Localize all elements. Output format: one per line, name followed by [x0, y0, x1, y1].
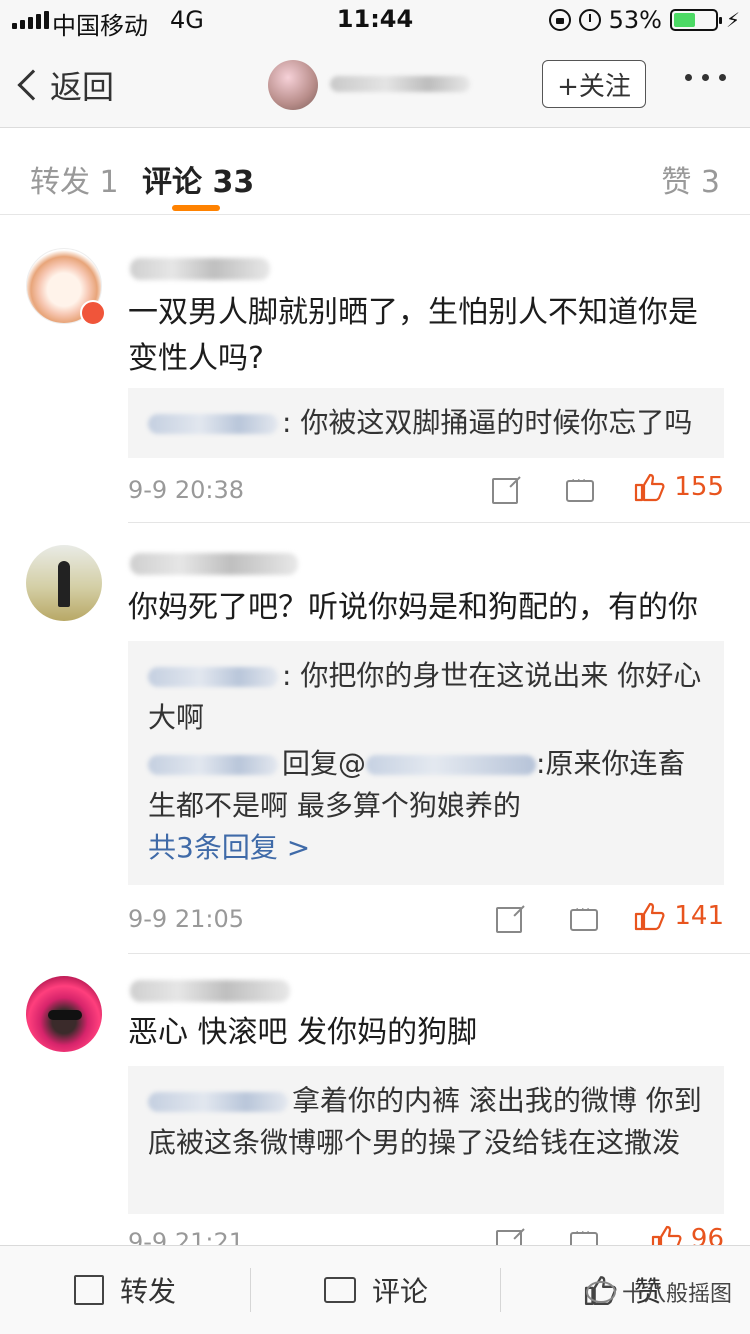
- battery-percent: 53%: [608, 6, 662, 34]
- reply-icon[interactable]: [566, 473, 594, 502]
- reply-item: : 你把你的身世在这说出来 你好心大啊: [148, 655, 704, 739]
- reply-author-blurred[interactable]: [148, 1092, 288, 1112]
- thumbs-up-icon: [635, 902, 665, 931]
- reply-author-blurred[interactable]: [148, 667, 278, 687]
- author-avatar[interactable]: [268, 60, 318, 110]
- verified-badge-icon: [80, 300, 106, 326]
- reply-prefix: 回复@: [282, 747, 367, 780]
- watermark: 十八般摇图: [585, 1276, 732, 1308]
- comment-icon: [324, 1277, 356, 1303]
- charging-icon: ⚡: [725, 8, 740, 32]
- thumbs-up-icon: [635, 473, 665, 502]
- more-dots-icon: [685, 74, 692, 81]
- tab-repost[interactable]: 转发 1: [30, 157, 119, 201]
- comment-label: 评论: [372, 1275, 429, 1308]
- comment-text: 你妈死了吧？听说你妈是和狗配的，有的你: [128, 590, 698, 625]
- commenter-name-blurred[interactable]: [130, 980, 290, 1002]
- reply-icon[interactable]: [570, 902, 598, 931]
- like-count: 141: [674, 901, 724, 931]
- rotation-lock-icon: [548, 9, 571, 31]
- back-label: 返回: [50, 68, 115, 106]
- nav-bar: 返回 +关注: [0, 40, 750, 128]
- reply-text: : 你被这双脚捅逼的时候你忘了吗: [282, 406, 693, 439]
- back-button[interactable]: 返回: [17, 62, 115, 108]
- author-name-blurred[interactable]: [330, 76, 470, 92]
- reply-item: 拿着你的内裤 滚出我的微博 你到底被这条微博哪个男的操了没给钱在这撒泼: [148, 1080, 704, 1164]
- reply-box[interactable]: : 你被这双脚捅逼的时候你忘了吗: [128, 388, 724, 458]
- reply-box[interactable]: 拿着你的内裤 滚出我的微博 你到底被这条微博哪个男的操了没给钱在这撒泼: [128, 1066, 724, 1214]
- like-button[interactable]: 155: [634, 472, 724, 502]
- like-count: 155: [674, 472, 724, 502]
- bottom-action-bar: 转发 评论 赞 十八般摇图: [0, 1245, 750, 1334]
- comment-button[interactable]: 评论: [324, 1270, 428, 1310]
- wechat-logo-icon: [585, 1281, 616, 1303]
- repost-label: 转发: [120, 1275, 177, 1308]
- commenter-name-blurred[interactable]: [130, 258, 270, 280]
- chevron-left-icon: [17, 69, 49, 101]
- watermark-text: 十八般摇图: [621, 1282, 732, 1307]
- repost-icon[interactable]: [492, 478, 518, 504]
- repost-button[interactable]: 转发: [74, 1270, 176, 1310]
- active-tab-indicator: [172, 205, 220, 211]
- tab-likes[interactable]: 赞 3: [661, 157, 720, 201]
- avatar[interactable]: [26, 976, 102, 1052]
- follow-button[interactable]: +关注: [542, 60, 646, 108]
- tab-bar: 转发 1 评论 33 赞 3: [0, 129, 750, 215]
- tab-comments[interactable]: 评论 33: [142, 157, 254, 201]
- battery-icon: [669, 9, 722, 31]
- comment-text: 恶心 快滚吧 发你妈的狗脚: [128, 1015, 478, 1050]
- divider: [128, 953, 750, 954]
- comment-text: 一双男人脚就别晒了，生怕别人不知道你是变性人吗?: [128, 295, 698, 376]
- like-button[interactable]: 141: [634, 901, 724, 931]
- reply-author-blurred[interactable]: [148, 755, 278, 775]
- divider: [128, 522, 750, 523]
- comment-meta: 9-9 20:38 155: [128, 472, 724, 512]
- repost-icon: [74, 1275, 104, 1305]
- more-replies-link[interactable]: 共3条回复 >: [148, 827, 704, 869]
- separator: [500, 1268, 501, 1312]
- separator: [250, 1268, 251, 1312]
- reply-item: 回复@:原来你连畜生都不是啊 最多算个狗娘养的: [148, 743, 704, 827]
- avatar[interactable]: [26, 545, 102, 621]
- commenter-name-blurred[interactable]: [130, 553, 298, 575]
- comment-date: 9-9 20:38: [128, 476, 244, 504]
- status-bar: 中国移动 4G 11:44 53% ⚡: [0, 0, 750, 40]
- comment-date: 9-9 21:05: [128, 905, 244, 933]
- reply-author-blurred[interactable]: [148, 414, 278, 434]
- reply-box[interactable]: : 你把你的身世在这说出来 你好心大啊 回复@:原来你连畜生都不是啊 最多算个狗…: [128, 641, 724, 885]
- reply-item: : 你被这双脚捅逼的时候你忘了吗: [148, 402, 704, 444]
- mention-blurred[interactable]: [366, 755, 537, 775]
- alarm-icon: [578, 9, 601, 31]
- repost-icon[interactable]: [496, 907, 522, 933]
- more-options-button[interactable]: [685, 74, 726, 81]
- comment-meta: 9-9 21:05 141: [128, 901, 724, 941]
